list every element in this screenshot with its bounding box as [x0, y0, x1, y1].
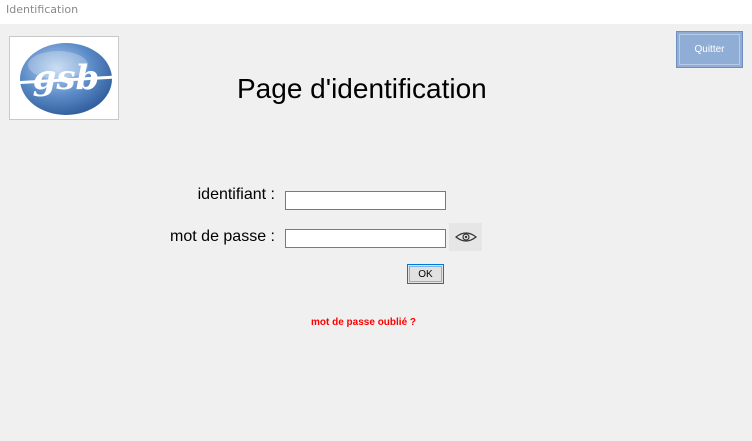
window-title: Identification [6, 3, 79, 16]
gsb-logo: gsb [9, 36, 119, 120]
password-label: mot de passe : [170, 228, 275, 245]
identifiant-input[interactable] [285, 191, 446, 210]
password-input[interactable] [285, 229, 446, 248]
quit-button[interactable]: Quitter [676, 31, 743, 68]
logo-text: gsb [33, 58, 100, 98]
forgot-password-link[interactable]: mot de passe oublié ? [311, 317, 416, 328]
ok-button-label: OK [418, 268, 433, 280]
eye-icon [454, 232, 477, 242]
identifiant-label: identifiant : [197, 186, 275, 203]
page-title: Page d'identification [237, 73, 487, 104]
show-password-button[interactable] [449, 223, 482, 251]
quit-button-label: Quitter [694, 44, 725, 55]
title-bar: Identification [0, 0, 752, 24]
ok-button[interactable]: OK [407, 264, 444, 284]
